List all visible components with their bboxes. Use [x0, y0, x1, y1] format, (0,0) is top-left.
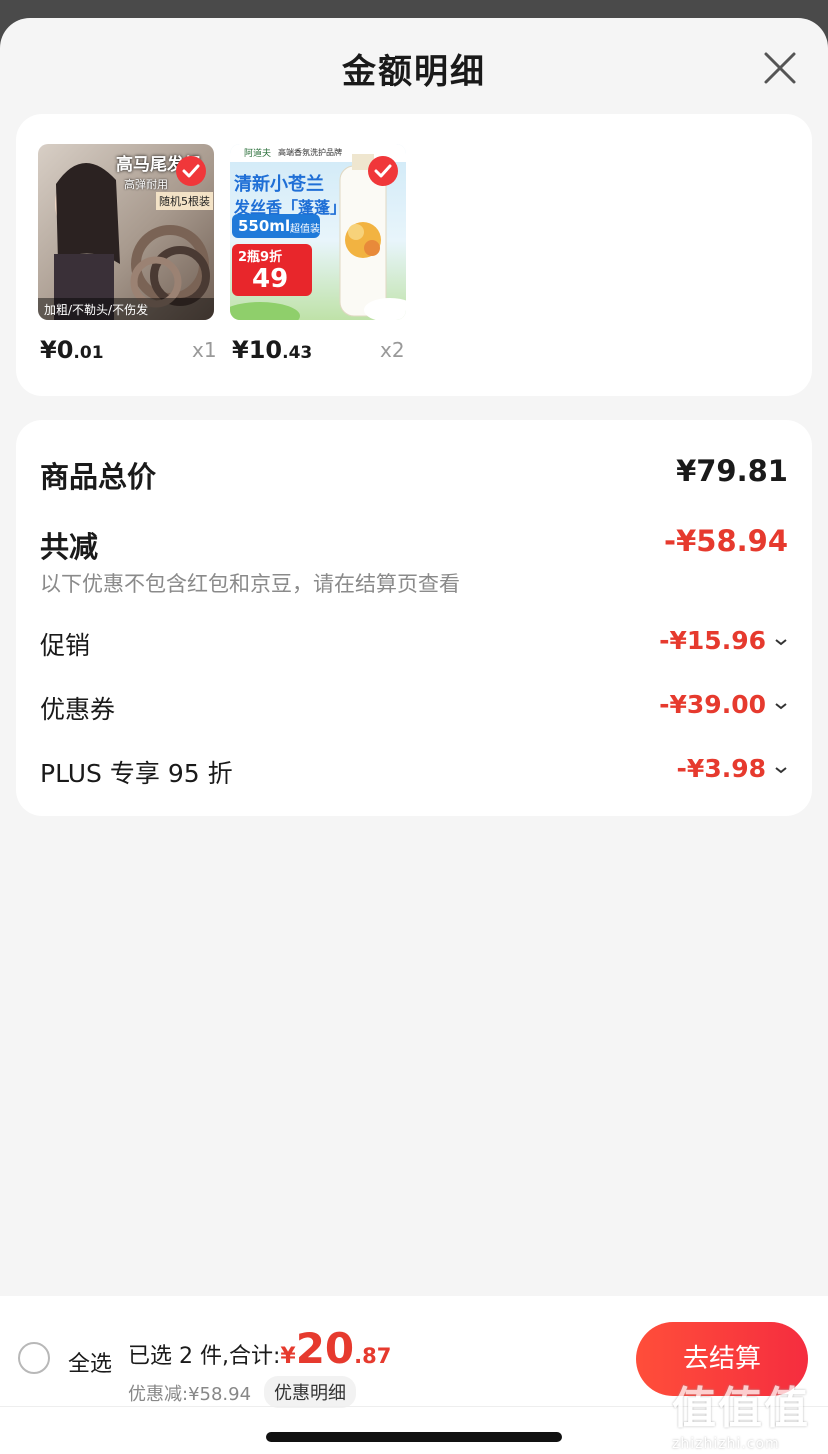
discount-label: 促销	[40, 631, 91, 660]
order-summary: 已选 2 件,合计:¥20.87	[128, 1324, 391, 1373]
image-caption: 阿道夫	[244, 149, 272, 159]
discount-value: -¥15.96	[659, 626, 788, 655]
discount-detail-button[interactable]: 优惠明细	[264, 1376, 356, 1408]
price-breakdown-card: 商品总价 ¥79.81 共减 -¥58.94 以下优惠不包含红包和京豆，请在结算…	[16, 420, 812, 816]
watermark-url: zhizhizhi.com	[672, 1436, 780, 1452]
image-caption: 高弹耐用	[124, 178, 168, 191]
image-caption: 超值装	[290, 224, 320, 235]
image-caption: 发丝香「蓬蓬」	[234, 198, 347, 217]
image-caption: 清新小苍兰	[234, 174, 324, 195]
watermark: 值值值 zhizhizhi.com	[672, 1372, 822, 1452]
products-card: 高马尾发绳 高弹耐用 随机5根装 加粗/不勒头/不伤发 ¥0.01 x1 阿道夫…	[16, 114, 812, 396]
home-indicator	[266, 1432, 562, 1442]
watermark-text: 值值值	[672, 1383, 810, 1434]
product-price: ¥0.01	[40, 336, 104, 364]
image-caption: 2瓶9折	[238, 250, 283, 265]
total-label: 商品总价	[40, 460, 157, 494]
total-value: ¥79.81	[676, 454, 788, 488]
chevron-down-icon	[775, 639, 787, 646]
select-all-radio[interactable]	[18, 1342, 50, 1374]
total-currency: ¥	[280, 1344, 296, 1369]
discount-value: -¥3.98	[677, 754, 788, 783]
product-quantity: x2	[380, 338, 405, 362]
discount-label: 优惠券	[40, 695, 116, 724]
image-caption: 随机5根装	[156, 192, 213, 210]
chevron-down-icon	[775, 703, 787, 710]
image-caption: 550ml	[238, 217, 291, 235]
total-amount-dec: .87	[354, 1344, 392, 1368]
close-icon[interactable]	[760, 48, 800, 88]
image-caption: 49	[252, 264, 289, 294]
discount-value: -¥39.00	[659, 690, 788, 719]
reduction-value: -¥58.94	[664, 524, 788, 558]
page-title: 金额明细	[342, 52, 486, 92]
selected-count-text: 已选 2 件,合计:	[128, 1344, 281, 1369]
discount-summary: 优惠减:¥58.94	[128, 1384, 252, 1405]
product-quantity: x1	[192, 338, 217, 362]
product-price: ¥10.43	[232, 336, 313, 364]
image-caption: 高端香氛洗护品牌	[278, 148, 342, 157]
total-amount-int: 20	[295, 1324, 355, 1373]
selected-check-icon[interactable]	[176, 156, 206, 186]
select-all-label[interactable]: 全选	[68, 1346, 112, 1378]
selected-check-icon[interactable]	[368, 156, 398, 186]
image-caption: 加粗/不勒头/不伤发	[44, 303, 149, 317]
discount-note: 以下优惠不包含红包和京豆，请在结算页查看	[40, 572, 460, 596]
chevron-down-icon	[775, 767, 787, 774]
amount-detail-sheet: 金额明细 高马尾发绳 高弹耐用 随机5根装 加粗/不勒头/不伤发 ¥0.01 x…	[0, 18, 828, 1454]
reduction-label: 共减	[40, 530, 99, 564]
discount-label: PLUS 专享 95 折	[40, 759, 233, 788]
